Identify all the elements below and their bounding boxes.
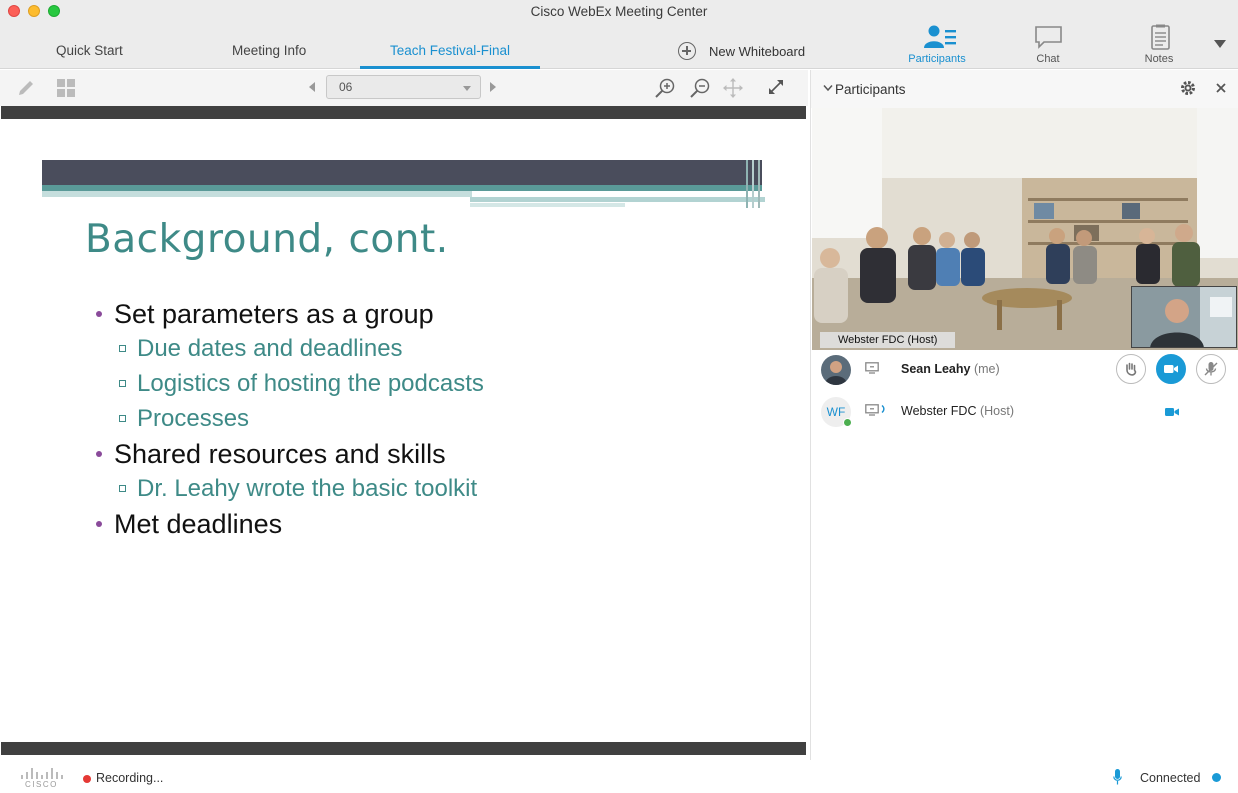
chat-button[interactable]: Chat	[1013, 24, 1083, 69]
chat-icon	[1035, 26, 1062, 49]
participants-panel: Participants Webster FDC (Host) Sean Lea…	[810, 70, 1238, 760]
participant-name: Webster FDC	[901, 404, 977, 418]
slide-title: Background, cont.	[85, 217, 449, 262]
status-badge	[843, 418, 852, 427]
zoom-out-icon[interactable]	[689, 77, 711, 99]
close-icon[interactable]	[1214, 81, 1228, 95]
participants-button[interactable]: Participants	[902, 24, 972, 69]
screen-share-audio-icon	[865, 404, 885, 416]
cisco-logo-icon	[21, 768, 63, 779]
slide-sub-bullet: Processes	[94, 402, 484, 436]
connection-status: Connected	[1140, 771, 1201, 785]
participant-name: Sean Leahy	[901, 362, 971, 376]
slide-banner-stripe	[758, 160, 760, 208]
page-selector-value: 06	[339, 80, 353, 94]
self-view-video[interactable]	[1131, 286, 1237, 348]
gear-icon[interactable]	[1180, 80, 1196, 96]
active-tab-indicator	[360, 66, 540, 69]
slide-bullet: Shared resources and skills	[94, 437, 484, 471]
slide-banner-stripe	[746, 160, 748, 208]
self-view-image	[1132, 287, 1236, 347]
presentation-slide: Background, cont. Set parameters as a gr…	[1, 119, 806, 742]
notes-icon	[1151, 24, 1170, 50]
participants-icon	[924, 25, 956, 48]
next-page-icon[interactable]	[490, 82, 496, 92]
slide-frame-bottom	[1, 742, 806, 755]
thumbnails-grid-icon[interactable]	[57, 79, 76, 98]
participant-name-label: Webster FDC (Host)	[901, 404, 1014, 418]
video-camera-icon	[1165, 408, 1179, 416]
avatar	[821, 355, 851, 385]
new-whiteboard-button[interactable]: New Whiteboard	[678, 42, 805, 60]
chevron-down-icon	[463, 86, 471, 91]
slide-bullet: Set parameters as a group	[94, 297, 484, 331]
tab-quick-start[interactable]: Quick Start	[56, 43, 123, 58]
slide-banner-stripe	[470, 197, 765, 202]
chevron-down-icon[interactable]	[823, 84, 833, 92]
avatar-photo	[821, 355, 851, 385]
annotate-pencil-icon[interactable]	[16, 78, 36, 98]
participants-panel-title: Participants	[835, 82, 906, 97]
slide-banner-light	[42, 191, 472, 197]
slide-banner-stripe	[470, 203, 625, 207]
participant-tag: (Host)	[979, 404, 1014, 418]
notes-label: Notes	[1144, 53, 1174, 65]
tab-bar: Quick Start Meeting Info Teach Festival-…	[0, 24, 1238, 69]
previous-page-icon[interactable]	[309, 82, 315, 92]
connection-indicator-icon	[1212, 773, 1221, 782]
slide-frame-top	[1, 106, 806, 119]
title-bar: Cisco WebEx Meeting Center	[0, 0, 1238, 24]
screen-share-icon	[865, 362, 879, 374]
status-bar: CISCO Recording... Connected	[0, 760, 1238, 793]
video-name-label: Webster FDC (Host)	[820, 332, 956, 348]
recording-indicator-icon	[83, 775, 91, 783]
slide-banner	[42, 160, 762, 185]
active-speaker-video[interactable]: Webster FDC (Host)	[812, 108, 1238, 350]
more-panels-dropdown-icon[interactable]	[1214, 40, 1226, 48]
pan-move-icon[interactable]	[722, 77, 744, 99]
slide-sub-bullet: Logistics of hosting the podcasts	[94, 367, 484, 401]
slide-banner-stripe	[752, 160, 754, 208]
microphone-muted-icon	[1204, 362, 1218, 376]
new-whiteboard-label: New Whiteboard	[709, 43, 806, 59]
participants-panel-header[interactable]: Participants	[811, 70, 1238, 108]
slide-bullet-list: Set parameters as a group Due dates and …	[94, 297, 484, 542]
fullscreen-expand-icon[interactable]	[766, 77, 786, 97]
page-selector[interactable]: 06	[326, 75, 481, 99]
slide-toolbar: 06	[0, 70, 808, 106]
recording-status[interactable]: Recording...	[96, 771, 163, 785]
participant-tag: (me)	[973, 362, 1000, 376]
participant-row[interactable]: WF Webster FDC (Host)	[811, 393, 1238, 431]
participant-name-label: Sean Leahy (me)	[901, 362, 1000, 376]
notes-button[interactable]: Notes	[1124, 24, 1194, 69]
slide-bullet: Met deadlines	[94, 507, 484, 541]
mute-button[interactable]	[1196, 354, 1226, 384]
window-title: Cisco WebEx Meeting Center	[530, 4, 708, 19]
participants-label: Participants	[908, 53, 966, 65]
zoom-in-icon[interactable]	[654, 77, 676, 99]
plus-circle-icon	[678, 42, 696, 60]
slide-sub-bullet: Dr. Leahy wrote the basic toolkit	[94, 472, 484, 506]
video-camera-icon	[1164, 365, 1178, 373]
brand-label: CISCO	[25, 780, 58, 789]
chat-label: Chat	[1036, 53, 1060, 65]
raise-hand-button[interactable]	[1116, 354, 1146, 384]
video-toggle-button[interactable]	[1156, 354, 1186, 384]
tab-meeting-info[interactable]: Meeting Info	[232, 43, 306, 58]
slide-sub-bullet: Due dates and deadlines	[94, 332, 484, 366]
tab-teach-festival-final[interactable]: Teach Festival-Final	[390, 43, 510, 58]
raise-hand-icon	[1126, 362, 1137, 376]
participant-row[interactable]: Sean Leahy (me)	[811, 351, 1238, 389]
microphone-icon[interactable]	[1113, 769, 1122, 785]
